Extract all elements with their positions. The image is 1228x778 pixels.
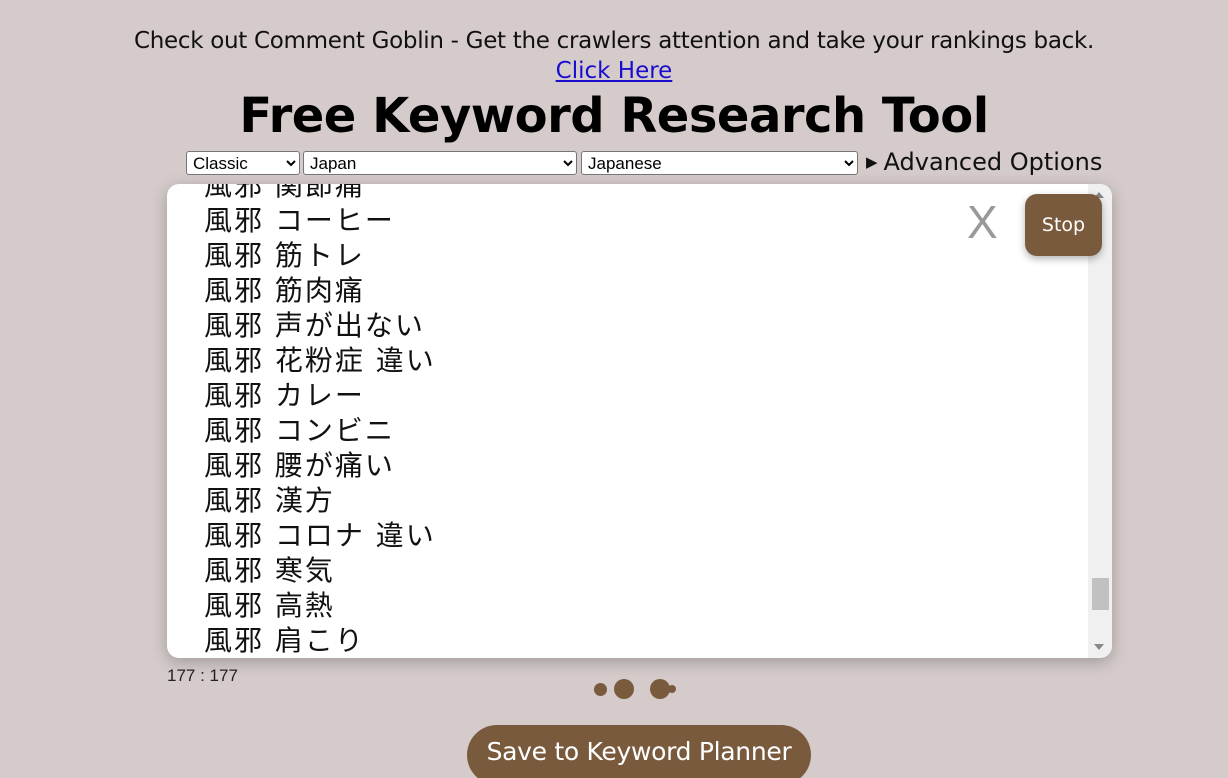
promo-text: Check out Comment Goblin - Get the crawl… [133, 28, 1095, 54]
keyword-list: 風邪 関節痛風邪 コーヒー 風邪 筋トレ 風邪 筋肉痛 風邪 声が出ない 風邪 花粉症 … [204, 184, 436, 658]
keyword-item: 風邪 コンビニ [204, 414, 395, 447]
keyword-item: 風邪 高熱 [204, 589, 335, 622]
scrollbar-thumb[interactable] [1092, 577, 1109, 610]
loading-dot [614, 679, 634, 699]
results-panel: 風邪 関節痛風邪 コーヒー 風邪 筋トレ 風邪 筋肉痛 風邪 声が出ない 風邪 花粉症 … [167, 184, 1112, 658]
result-count: 177 : 177 [167, 666, 238, 685]
keyword-item: 風邪 腰が痛い [204, 449, 395, 482]
stop-button[interactable]: Stop [1025, 194, 1102, 256]
loading-dots-icon [590, 676, 690, 700]
advanced-options-label: Advanced Options [883, 148, 1103, 176]
country-select[interactable]: Japan [303, 151, 577, 175]
language-select[interactable]: Japanese [581, 151, 858, 175]
loading-dot [668, 685, 676, 693]
scroll-down-arrow-icon[interactable] [1094, 644, 1104, 650]
keyword-item: 風邪 漢方 [204, 484, 335, 517]
keyword-item: 風邪 関節痛 [204, 184, 365, 202]
keyword-item: 風邪 声が出ない [204, 309, 425, 342]
mode-select[interactable]: Classic [186, 151, 300, 175]
promo-link[interactable]: Click Here [0, 58, 1228, 84]
advanced-options-toggle[interactable]: ▶ Advanced Options [866, 148, 1102, 176]
keyword-item: 風邪 コーヒー [204, 204, 395, 237]
keyword-item: 風邪 寒気 [204, 554, 335, 587]
triangle-right-icon: ▶ [866, 153, 878, 171]
loading-dot [594, 683, 607, 696]
keyword-item: 風邪 コロナ 違い [204, 519, 436, 552]
loading-dot [650, 679, 670, 699]
keyword-item: 風邪 筋肉痛 [204, 274, 365, 307]
keyword-item: 風邪 肩こり [204, 624, 365, 657]
keyword-item: 風邪 筋トレ [204, 239, 365, 272]
page-title: Free Keyword Research Tool [239, 88, 989, 144]
keyword-item: 風邪 カレー [204, 379, 365, 412]
close-results-button[interactable]: X [967, 194, 998, 250]
save-to-keyword-planner-button[interactable]: Save to Keyword Planner [467, 725, 811, 778]
page: Check out Comment Goblin - Get the crawl… [0, 0, 1228, 778]
keyword-item: 風邪 花粉症 違い [204, 344, 436, 377]
